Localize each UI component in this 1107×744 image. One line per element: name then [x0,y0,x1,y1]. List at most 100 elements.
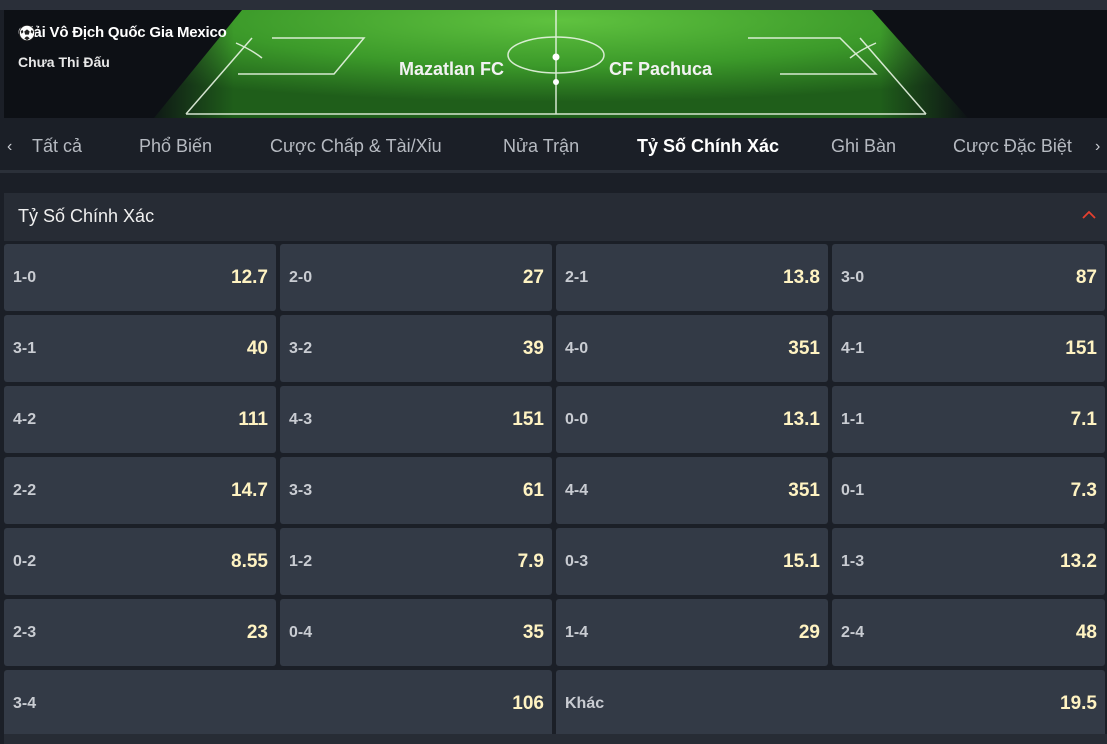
odds-cell[interactable]: 0-3 15.1 [556,528,828,595]
odds-value: 12.7 [231,266,268,288]
odds-value: 106 [512,692,544,714]
odds-value: 151 [512,408,544,430]
chevron-up-icon[interactable] [1082,210,1096,220]
top-bar [0,0,1107,10]
odds-value: 19.5 [1060,692,1097,714]
odds-cell[interactable]: 3-3 61 [280,457,552,524]
odds-cell[interactable]: 1-4 29 [556,599,828,666]
score-label: 3-1 [13,339,37,357]
score-label: 1-3 [841,552,865,570]
odds-value: 14.7 [231,479,268,501]
odds-cell[interactable]: 0-4 35 [280,599,552,666]
odds-cell[interactable]: 4-3 151 [280,386,552,453]
score-label: 3-2 [289,339,313,357]
score-label: 4-2 [13,410,37,428]
odds-cell[interactable]: 2-1 13.8 [556,244,828,311]
score-label: 1-4 [565,623,589,641]
odds-cell[interactable]: 3-2 39 [280,315,552,382]
score-label: 3-0 [841,268,865,286]
odds-value: 61 [522,479,544,501]
odds-value: 13.2 [1060,550,1097,572]
score-label: 1-2 [289,552,313,570]
score-label: 0-2 [13,552,37,570]
market-title: Tỷ Số Chính Xác [18,206,155,226]
odds-value: 111 [238,408,268,430]
market-tabs: ‹ Tất cả Phổ Biến Cược Chấp & Tài/Xỉu Nử… [0,118,1107,176]
score-label: 2-0 [289,268,313,286]
odds-cell[interactable]: 1-0 12.7 [4,244,276,311]
tab-correct-score[interactable]: Tỷ Số Chính Xác [637,136,780,173]
score-label: 0-1 [841,481,865,499]
league-label: Giải Vô Địch Quốc Gia Mexico [18,24,227,41]
tab-popular[interactable]: Phổ Biến [139,136,212,157]
odds-value: 23 [246,621,268,643]
odds-value: 29 [798,621,820,643]
score-label: 1-0 [13,268,37,286]
odds-value: 7.1 [1070,408,1097,430]
odds-cell[interactable]: 4-1 151 [832,315,1105,382]
odds-cell[interactable]: 3-0 87 [832,244,1105,311]
odds-cell-other[interactable]: Khác 19.5 [556,670,1105,737]
score-label: 4-0 [565,339,589,357]
odds-value: 351 [788,337,820,359]
score-label: 3-3 [289,481,313,499]
market-header[interactable]: Tỷ Số Chính Xác [4,193,1107,241]
league-name: Giải Vô Địch Quốc Gia Mexico [18,24,227,42]
match-header: Giải Vô Địch Quốc Gia Mexico Chưa Thi Đấ… [4,10,1107,118]
odds-value: 151 [1065,337,1097,359]
score-label: 4-4 [565,481,589,499]
odds-cell[interactable]: 1-2 7.9 [280,528,552,595]
odds-value: 35 [522,621,544,643]
odds-value: 7.9 [517,550,544,572]
tab-specials[interactable]: Cược Đặc Biệt [953,136,1072,157]
odds-cell[interactable]: 0-2 8.55 [4,528,276,595]
odds-cell[interactable]: 4-4 351 [556,457,828,524]
odds-cell[interactable]: 1-1 7.1 [832,386,1105,453]
odds-cell[interactable]: 1-3 13.2 [832,528,1105,595]
odds-cell[interactable]: 0-0 13.1 [556,386,828,453]
tabs-divider [0,170,1107,173]
odds-cell[interactable]: 4-0 351 [556,315,828,382]
odds-value: 13.8 [783,266,820,288]
odds-cell[interactable]: 0-1 7.3 [832,457,1105,524]
odds-cell[interactable]: 2-0 27 [280,244,552,311]
chevron-left-icon[interactable]: ‹ [7,138,12,156]
odds-value: 13.1 [783,408,820,430]
odds-value: 48 [1075,621,1097,643]
away-team: CF Pachuca [609,59,713,79]
score-label: 2-4 [841,623,865,641]
tab-goalscorer[interactable]: Ghi Bàn [831,136,896,157]
odds-cell[interactable]: 3-1 40 [4,315,276,382]
odds-value: 7.3 [1070,479,1097,501]
score-label: 0-3 [565,552,589,570]
odds-cell[interactable]: 4-2 111 [4,386,276,453]
odds-cell[interactable]: 2-4 48 [832,599,1105,666]
score-label: 2-1 [565,268,589,286]
chevron-right-icon[interactable]: › [1095,138,1100,156]
odds-value: 87 [1075,266,1097,288]
next-market-header [4,734,1107,744]
score-label: 1-1 [841,410,865,428]
correct-score-market: Tỷ Số Chính Xác 1-0 12.7 2-0 27 2-1 13.8 3-… [4,193,1107,744]
score-label: 0-4 [289,623,313,641]
odds-value: 351 [788,479,820,501]
odds-cell[interactable]: 2-2 14.7 [4,457,276,524]
score-label: 2-3 [13,623,37,641]
odds-cell[interactable]: 3-4 106 [4,670,552,737]
score-label: 4-3 [289,410,313,428]
odds-value: 15.1 [783,550,820,572]
score-label: 4-1 [841,339,865,357]
home-team: Mazatlan FC [398,59,504,79]
tab-correct-score-label: Tỷ Số Chính Xác [637,136,780,156]
tab-handicap-overunder[interactable]: Cược Chấp & Tài/Xỉu [270,136,442,157]
score-label: 0-0 [565,410,589,428]
odds-value: 40 [246,337,268,359]
tab-half-time[interactable]: Nửa Trận [503,136,579,157]
score-label: Khác [565,694,605,712]
tab-all[interactable]: Tất cả [32,136,82,157]
soccer-ball-icon [18,24,36,42]
odds-value: 8.55 [231,550,268,572]
score-label: 3-4 [13,694,37,712]
score-label: 2-2 [13,481,37,499]
odds-cell[interactable]: 2-3 23 [4,599,276,666]
